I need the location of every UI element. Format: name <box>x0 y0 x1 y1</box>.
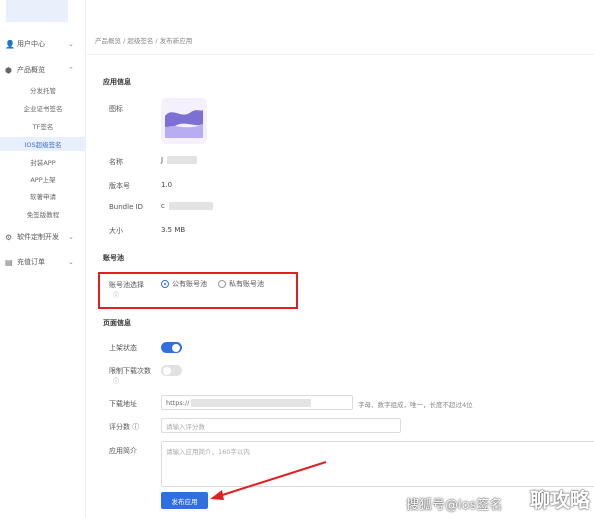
watermark-logo: 聊攻略 <box>530 488 590 512</box>
watermark-text: 搜狐号@ios签名 <box>406 498 503 513</box>
app-root: 👤 用户中心 ⌄ ⬢ 产品概览 ⌃ 分发托管 企业证书签名 TF签名 IOS超级… <box>0 0 594 518</box>
arrow-annotation <box>210 461 327 500</box>
